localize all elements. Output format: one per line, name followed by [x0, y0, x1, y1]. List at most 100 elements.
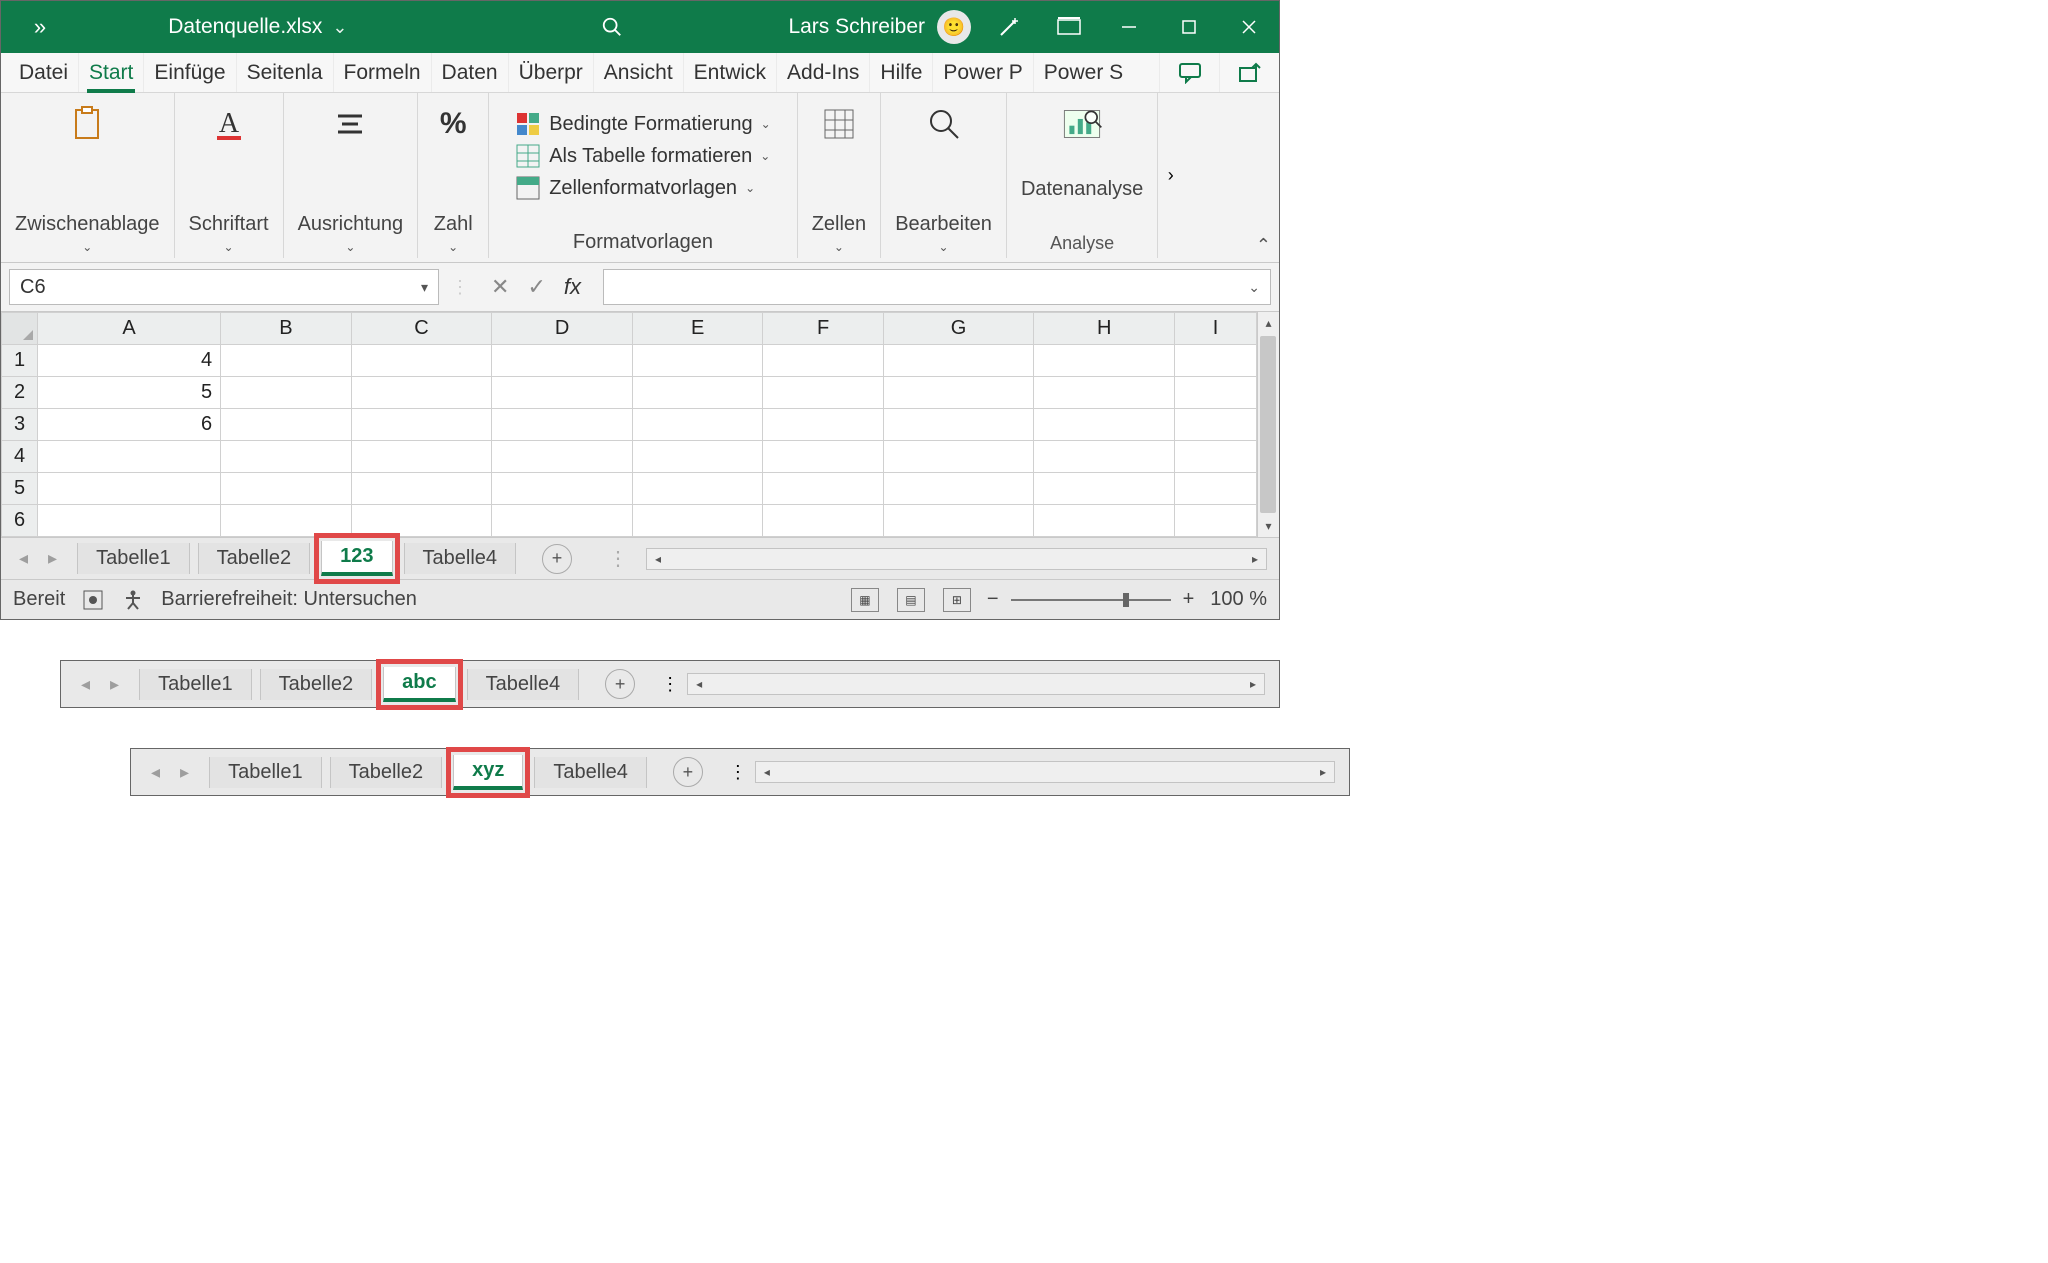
cell[interactable]: 5	[38, 377, 221, 409]
tab-power-pivot[interactable]: Power P	[932, 53, 1032, 92]
row-header[interactable]: 2	[2, 377, 38, 409]
cell[interactable]	[221, 505, 352, 537]
scroll-left-icon[interactable]: ◂	[647, 552, 669, 566]
chevron-down-icon[interactable]: ⌄	[1248, 279, 1260, 296]
scroll-up-icon[interactable]: ▴	[1258, 312, 1279, 334]
horizontal-scrollbar[interactable]: ◂ ▸	[755, 761, 1335, 783]
sheet-nav[interactable]: ◂ ▸	[7, 548, 69, 569]
cell-styles-button[interactable]: Zellenformatvorlagen⌄	[515, 175, 771, 201]
ribbon-display-button[interactable]	[1039, 17, 1099, 37]
cell[interactable]	[883, 441, 1034, 473]
tab-power-s[interactable]: Power S	[1033, 53, 1133, 92]
sheet-nav-next-icon[interactable]: ▸	[180, 762, 189, 783]
ribbon-overflow-button[interactable]: ›	[1157, 93, 1183, 258]
tab-start[interactable]: Start	[78, 53, 143, 92]
scroll-right-icon[interactable]: ▸	[1242, 677, 1264, 691]
cell[interactable]	[351, 441, 492, 473]
cell[interactable]	[492, 441, 633, 473]
document-title[interactable]: Datenquelle.xlsx	[168, 15, 322, 39]
tab-ueberpruefen[interactable]: Überpr	[508, 53, 593, 92]
sheet-tab[interactable]: Tabelle1	[139, 669, 252, 700]
col-header[interactable]: A	[38, 313, 221, 345]
cell[interactable]	[492, 377, 633, 409]
cell[interactable]	[1175, 441, 1257, 473]
col-header[interactable]: B	[221, 313, 352, 345]
sheet-tab[interactable]: Tabelle2	[198, 543, 311, 574]
cell[interactable]	[763, 505, 883, 537]
zoom-out-button[interactable]: −	[987, 588, 999, 611]
name-box[interactable]: C6 ▾	[9, 269, 439, 305]
sheet-nav-next-icon[interactable]: ▸	[48, 548, 57, 569]
formula-input[interactable]: ⌄	[603, 269, 1271, 305]
cell[interactable]	[351, 505, 492, 537]
sheet-tab-active[interactable]: 123	[321, 541, 392, 576]
cell[interactable]	[492, 473, 633, 505]
cell[interactable]	[221, 345, 352, 377]
collapse-ribbon-button[interactable]: ⌃	[1256, 235, 1271, 256]
cell[interactable]: 6	[38, 409, 221, 441]
cell[interactable]	[763, 441, 883, 473]
confirm-formula-button[interactable]: ✓	[527, 274, 545, 300]
row-header[interactable]: 1	[2, 345, 38, 377]
format-as-table-button[interactable]: Als Tabelle formatieren⌄	[515, 143, 771, 169]
col-header[interactable]: D	[492, 313, 633, 345]
group-number[interactable]: % Zahl⌄	[418, 93, 489, 258]
title-chevron-icon[interactable]: ⌄	[332, 17, 347, 38]
add-sheet-button[interactable]: +	[673, 757, 703, 787]
zoom-slider[interactable]: − +	[987, 588, 1194, 611]
sheet-tab[interactable]: Tabelle1	[209, 757, 322, 788]
status-accessibility[interactable]: Barrierefreiheit: Untersuchen	[161, 588, 417, 611]
view-page-break-button[interactable]: ⊞	[943, 588, 971, 612]
quick-access-overflow[interactable]: »	[1, 14, 81, 40]
cell[interactable]	[883, 409, 1034, 441]
sheet-tab[interactable]: Tabelle4	[404, 543, 517, 574]
cell[interactable]	[763, 345, 883, 377]
cell[interactable]	[1175, 345, 1257, 377]
add-sheet-button[interactable]: +	[605, 669, 635, 699]
minimize-button[interactable]	[1099, 1, 1159, 53]
cell[interactable]	[351, 377, 492, 409]
sheet-nav-prev-icon[interactable]: ◂	[81, 674, 90, 695]
row-header[interactable]: 4	[2, 441, 38, 473]
cell[interactable]	[763, 377, 883, 409]
cell[interactable]	[492, 505, 633, 537]
horizontal-scrollbar[interactable]: ◂ ▸	[646, 548, 1267, 570]
tab-addins[interactable]: Add-Ins	[776, 53, 869, 92]
add-sheet-button[interactable]: +	[542, 544, 572, 574]
tab-einfuegen[interactable]: Einfüge	[143, 53, 235, 92]
maximize-button[interactable]	[1159, 1, 1219, 53]
cell[interactable]	[221, 377, 352, 409]
tab-entwicklertools[interactable]: Entwick	[683, 53, 776, 92]
close-button[interactable]	[1219, 1, 1279, 53]
chevron-down-icon[interactable]: ▾	[421, 279, 428, 296]
cell[interactable]	[1034, 441, 1175, 473]
cell[interactable]	[351, 409, 492, 441]
tab-daten[interactable]: Daten	[431, 53, 508, 92]
group-font[interactable]: A Schriftart⌄	[175, 93, 284, 258]
cell[interactable]	[1034, 345, 1175, 377]
sheet-tab-active[interactable]: xyz	[453, 755, 523, 790]
macro-record-icon[interactable]	[81, 588, 105, 612]
tab-ansicht[interactable]: Ansicht	[593, 53, 683, 92]
row-header[interactable]: 6	[2, 505, 38, 537]
cell[interactable]	[38, 505, 221, 537]
cell[interactable]	[763, 409, 883, 441]
cell[interactable]	[221, 409, 352, 441]
sheet-tab[interactable]: Tabelle1	[77, 543, 190, 574]
col-header[interactable]: I	[1175, 313, 1257, 345]
cell[interactable]	[883, 377, 1034, 409]
group-analysis[interactable]: Datenanalyse Analyse	[1007, 93, 1157, 258]
cell[interactable]	[351, 473, 492, 505]
scroll-right-icon[interactable]: ▸	[1312, 765, 1334, 779]
cell[interactable]	[1034, 409, 1175, 441]
scroll-right-icon[interactable]: ▸	[1244, 552, 1266, 566]
select-all-corner[interactable]	[2, 313, 38, 345]
cell[interactable]	[632, 409, 763, 441]
cell[interactable]	[351, 345, 492, 377]
cell[interactable]	[632, 473, 763, 505]
cell[interactable]	[1175, 505, 1257, 537]
tab-formeln[interactable]: Formeln	[333, 53, 431, 92]
cell[interactable]	[221, 441, 352, 473]
magic-wand-button[interactable]	[979, 15, 1039, 39]
cell[interactable]	[632, 505, 763, 537]
